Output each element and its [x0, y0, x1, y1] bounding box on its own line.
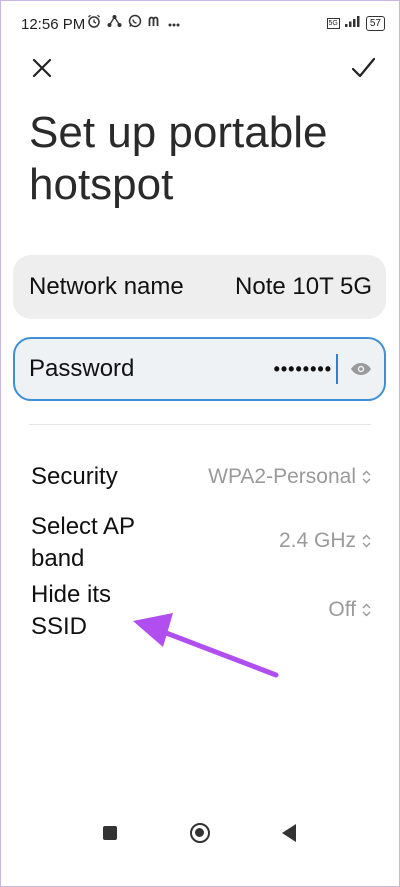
recents-button[interactable]: [103, 826, 117, 840]
security-selector[interactable]: WPA2-Personal: [208, 465, 371, 489]
show-password-button[interactable]: [350, 361, 372, 377]
chevron-updown-icon: [362, 603, 371, 617]
status-notification-icons: [87, 14, 180, 33]
hide-ssid-value: Off: [328, 598, 356, 621]
hide-ssid-selector[interactable]: Off: [328, 598, 371, 622]
chevron-updown-icon: [362, 470, 371, 484]
close-button[interactable]: [29, 55, 55, 81]
network-name-value[interactable]: Note 10T 5G: [235, 273, 372, 301]
annotation-arrow: [133, 613, 279, 678]
checkmark-icon: [351, 57, 376, 78]
text-cursor: [336, 354, 338, 384]
chevron-updown-icon: [362, 534, 371, 548]
security-value: WPA2-Personal: [208, 465, 356, 488]
whatsapp-icon: [128, 14, 142, 33]
close-icon: [32, 58, 52, 78]
section-divider: [29, 424, 371, 425]
status-system-icons: 5G 57: [326, 14, 385, 32]
alarm-icon: [87, 14, 101, 33]
battery-indicator: 57: [365, 15, 385, 31]
network-type-badge: 5G: [326, 17, 340, 29]
signal-icon: [344, 14, 361, 32]
ap-band-value: 2.4 GHz: [278, 529, 356, 552]
network-name-field[interactable]: Network name Note 10T 5G: [13, 255, 386, 319]
security-label: Security: [31, 463, 118, 490]
page-title: Set up portable hotspot: [29, 108, 328, 209]
ap-band-selector[interactable]: 2.4 GHz: [279, 529, 371, 553]
password-input[interactable]: ••••••••: [274, 359, 332, 380]
password-field[interactable]: Password ••••••••: [13, 337, 386, 401]
back-button[interactable]: [282, 824, 296, 842]
eye-icon: [351, 363, 371, 375]
ap-band-label: Select AP band: [31, 513, 135, 572]
m-app-icon: [148, 14, 162, 33]
more-dots-icon: [168, 15, 180, 33]
home-button[interactable]: [190, 823, 210, 843]
status-time: 12:56 PM: [21, 16, 86, 33]
network-name-label: Network name: [29, 273, 184, 300]
confirm-button[interactable]: [349, 55, 377, 81]
hotspot-share-icon: [107, 14, 122, 33]
password-label: Password: [29, 355, 135, 382]
